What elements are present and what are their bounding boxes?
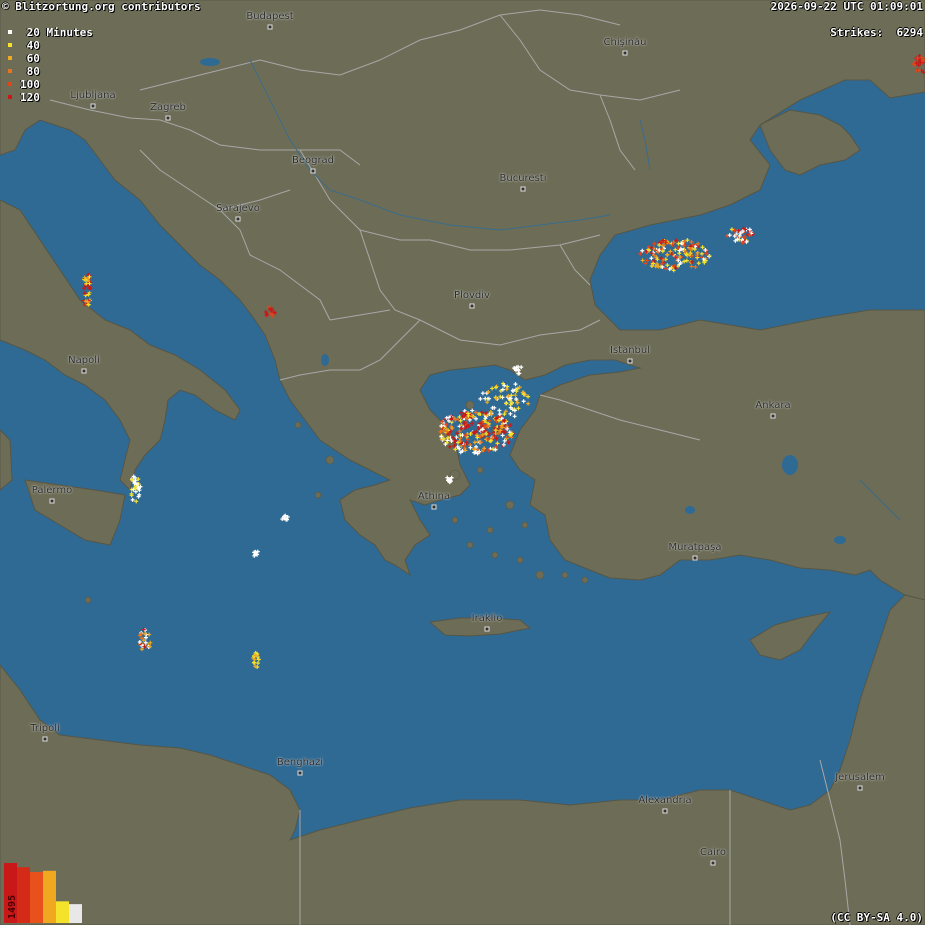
- histogram-bar: [17, 867, 30, 923]
- city-label: Muratpaşa: [668, 542, 722, 553]
- legend-label: 20 Minutes: [20, 25, 93, 39]
- legend-item: 40: [8, 38, 40, 52]
- city-dot: [692, 555, 698, 561]
- city-label: Iraklio: [471, 613, 503, 624]
- city-label: Ankara: [755, 400, 791, 411]
- city-label: Istanbul: [609, 345, 651, 356]
- city-dot: [710, 860, 716, 866]
- city-label: Ljubljana: [70, 90, 116, 101]
- legend-label: 100: [20, 77, 40, 91]
- city-label: Cairo: [700, 847, 726, 858]
- city-label: Athina: [417, 491, 451, 502]
- city-dot: [235, 216, 241, 222]
- legend-swatch: [8, 95, 12, 99]
- lightning-map[interactable]: [0, 0, 925, 925]
- legend-label: 60: [20, 51, 40, 65]
- histogram-bar: [56, 901, 69, 923]
- city-label: Chişinău: [603, 37, 647, 48]
- city-dot: [310, 168, 316, 174]
- legend-swatch: [8, 43, 12, 47]
- city-label: Tripoli: [30, 723, 60, 734]
- city-dot: [857, 785, 863, 791]
- histogram-bar: [69, 904, 82, 923]
- city-dot: [627, 358, 633, 364]
- legend-item: 60: [8, 51, 40, 65]
- strike-histogram: 1495: [4, 863, 82, 923]
- legend-swatch: [8, 82, 12, 86]
- city-label: Zagreb: [150, 102, 186, 113]
- city-dot: [662, 808, 668, 814]
- strikes-counter: Strikes: 6294: [830, 26, 923, 39]
- city-label: Jerusalem: [835, 772, 885, 783]
- legend-label: 120: [20, 90, 40, 104]
- city-dot: [431, 504, 437, 510]
- legend-item: 80: [8, 64, 40, 78]
- city-dot: [469, 303, 475, 309]
- city-label: Plovdiv: [454, 290, 490, 301]
- timestamp: 2026-09-22 UTC 01:09:01: [770, 0, 923, 13]
- city-dot: [42, 736, 48, 742]
- legend-label: 80: [20, 64, 40, 78]
- histogram-bar: [30, 872, 43, 923]
- city-label: Budapest: [246, 11, 294, 22]
- city-dot: [297, 770, 303, 776]
- license-text: (CC BY-SA 4.0): [830, 911, 923, 924]
- city-label: Napoli: [68, 355, 100, 366]
- city-dot: [622, 50, 628, 56]
- legend-swatch: [8, 56, 12, 60]
- legend-item: 100: [8, 77, 40, 91]
- legend-swatch: [8, 30, 12, 34]
- city-label: Benghazi: [276, 757, 324, 768]
- city-label: Bucuresti: [499, 173, 547, 184]
- city-dot: [520, 186, 526, 192]
- strikes-count: 6294: [896, 26, 924, 39]
- city-label: Palermo: [31, 485, 73, 496]
- histogram-max-label: 1495: [7, 895, 18, 919]
- city-dot: [770, 413, 776, 419]
- legend-item: 120: [8, 90, 40, 104]
- city-dot: [81, 368, 87, 374]
- strikes-label: Strikes:: [830, 26, 884, 39]
- histogram-bar: [43, 870, 56, 923]
- city-dot: [484, 626, 490, 632]
- legend-item: 20 Minutes: [8, 25, 93, 39]
- city-dot: [90, 103, 96, 109]
- city-dot: [267, 24, 273, 30]
- city-label: Sarajevo: [216, 203, 260, 214]
- legend-swatch: [8, 69, 12, 73]
- city-label: Beograd: [291, 155, 335, 166]
- city-label: Alexandria: [638, 795, 692, 806]
- legend-label: 40: [20, 38, 40, 52]
- credit-text: © Blitzortung.org contributors: [2, 0, 201, 13]
- city-dot: [165, 115, 171, 121]
- city-dot: [49, 498, 55, 504]
